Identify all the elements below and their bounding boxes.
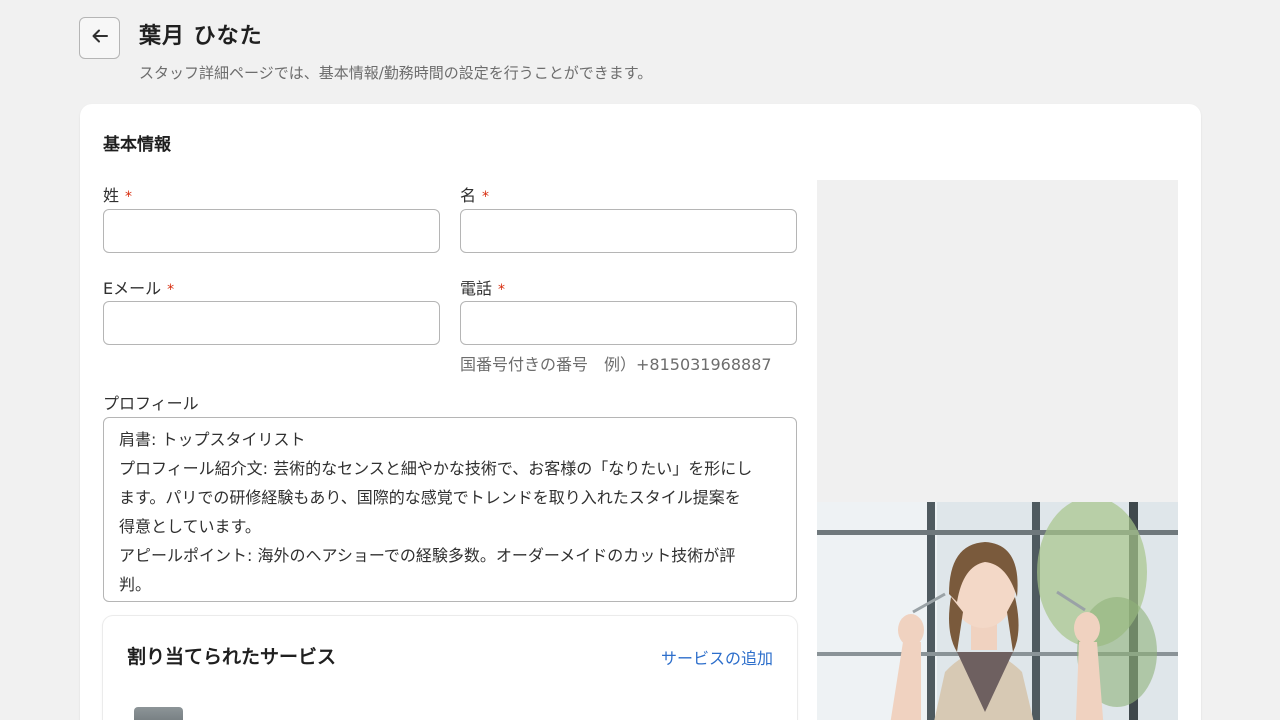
profile-line: プロフィール紹介文: 芸術的なセンスと細やかな技術で、お客様の「なりたい」を形に…	[119, 459, 753, 478]
required-mark: *	[482, 189, 490, 205]
staff-photo	[817, 502, 1178, 720]
basic-info-heading: 基本情報	[103, 135, 171, 155]
assigned-services-card: 割り当てられたサービス サービスの追加	[103, 616, 797, 720]
last-name-label: 姓 *	[103, 186, 133, 205]
last-name-input[interactable]	[103, 209, 440, 253]
first-name-label: 名 *	[460, 186, 490, 205]
add-service-link[interactable]: サービスの追加	[661, 645, 773, 669]
back-button[interactable]	[79, 17, 120, 59]
email-field[interactable]	[103, 301, 440, 345]
assigned-services-title: 割り当てられたサービス	[127, 646, 337, 668]
profile-label: プロフィール	[103, 394, 199, 413]
email-label: Eメール *	[103, 279, 175, 298]
phone-hint: 国番号付きの番号 例）+815031968887	[460, 355, 772, 374]
required-mark: *	[498, 282, 506, 298]
arrow-left-icon	[90, 26, 110, 50]
service-thumbnail	[134, 707, 183, 720]
required-mark: *	[125, 189, 133, 205]
page-subtitle: スタッフ詳細ページでは、基本情報/勤務時間の設定を行うことができます。	[139, 64, 653, 82]
first-name-input[interactable]	[460, 209, 797, 253]
profile-textarea[interactable]: 肩書: トップスタイリスト プロフィール紹介文: 芸術的なセンスと細やかな技術で…	[103, 417, 797, 602]
page-title: 葉月 ひなた	[139, 24, 263, 49]
phone-field[interactable]	[460, 301, 797, 345]
profile-line: 判。	[119, 575, 152, 594]
staff-photo-panel[interactable]	[817, 180, 1178, 720]
required-mark: *	[167, 282, 175, 298]
profile-line: ます。パリでの研修経験もあり、国際的な感覚でトレンドを取り入れたスタイル提案を	[119, 488, 741, 507]
basic-info-card: 基本情報 姓 * 名 * Eメール * 電話 * 国番号付きの番号 例）+8150319…	[80, 104, 1201, 720]
profile-line: 得意としています。	[119, 517, 261, 536]
profile-line: 肩書: トップスタイリスト	[119, 430, 306, 449]
phone-label: 電話 *	[460, 279, 506, 298]
profile-line: アピールポイント: 海外のヘアショーでの経験多数。オーダーメイドのカット技術が評	[119, 546, 736, 565]
